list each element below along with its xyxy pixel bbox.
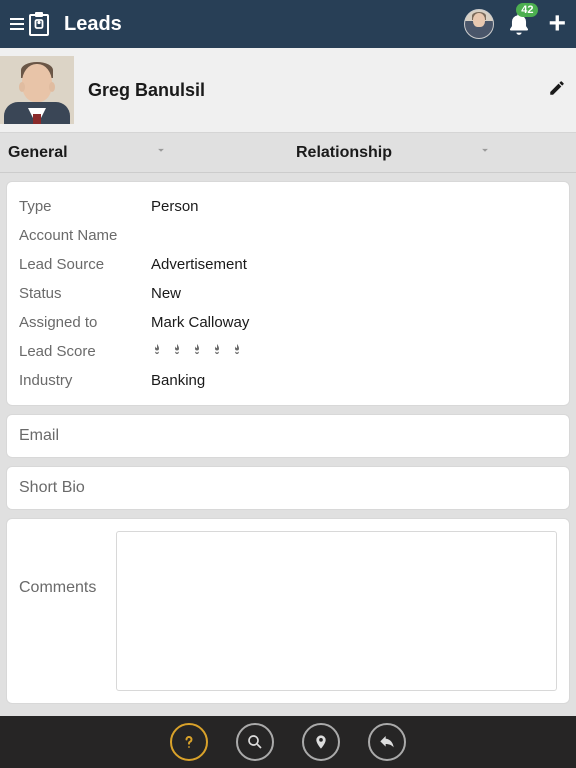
tab-relationship[interactable]: Relationship [288,143,576,162]
location-button[interactable] [302,723,340,761]
field-lead-score: Lead Score [19,337,557,366]
field-value[interactable]: Mark Calloway [151,314,249,331]
field-value[interactable]: Advertisement [151,256,247,273]
edit-button[interactable] [548,79,566,102]
field-industry: Industry Banking [19,366,557,395]
help-icon [179,732,199,752]
menu-button[interactable] [6,6,56,42]
section-label: Comments [19,579,96,597]
notifications-button[interactable]: 42 [506,11,532,37]
add-button[interactable]: + [544,9,570,39]
back-button[interactable] [368,723,406,761]
field-assigned-to: Assigned to Mark Calloway [19,308,557,337]
general-card: Type Person Account Name Lead Source Adv… [6,181,570,406]
section-label: Short Bio [19,479,85,496]
pin-icon [313,732,329,752]
search-button[interactable] [236,723,274,761]
help-button[interactable] [170,723,208,761]
tab-label: General [8,144,68,162]
flame-icon [171,341,183,362]
field-label: Status [19,285,151,302]
comments-input[interactable] [116,531,557,691]
field-label: Lead Score [19,343,151,360]
field-label: Industry [19,372,151,389]
topbar: Leads 42 + [0,0,576,48]
chevron-down-icon [154,143,168,162]
tablist: General Relationship [0,133,576,173]
lead-name: Greg Banulsil [88,80,548,101]
menu-icon [10,18,24,30]
field-type: Type Person [19,192,557,221]
section-label: Email [19,427,59,444]
user-avatar[interactable] [464,9,494,39]
flame-icon [211,341,223,362]
bottombar [0,716,576,768]
field-label: Assigned to [19,314,151,331]
field-value[interactable]: Banking [151,372,205,389]
flame-icon [191,341,203,362]
lead-header: Greg Banulsil [0,48,576,133]
tab-label: Relationship [296,144,392,162]
comments-section: Comments [6,518,570,704]
email-section[interactable]: Email [6,414,570,458]
chevron-down-icon [478,143,492,162]
content-area: Type Person Account Name Lead Source Adv… [0,173,576,704]
field-status: Status New [19,279,557,308]
clipboard-icon [26,10,52,38]
short-bio-section[interactable]: Short Bio [6,466,570,510]
field-label: Type [19,198,151,215]
lead-avatar[interactable] [0,56,74,124]
search-icon [246,733,264,751]
reply-icon [377,734,397,750]
field-lead-source: Lead Source Advertisement [19,250,557,279]
notification-badge: 42 [516,3,538,17]
flame-icon [151,341,163,362]
field-account-name: Account Name [19,221,557,250]
flame-icon [231,341,243,362]
page-title: Leads [64,13,464,36]
field-value[interactable]: Person [151,198,199,215]
pencil-icon [548,84,566,101]
lead-score-flames[interactable] [151,341,243,362]
tab-general[interactable]: General [0,143,288,162]
field-label: Account Name [19,227,151,244]
plus-icon: + [548,7,566,40]
field-label: Lead Source [19,256,151,273]
field-value[interactable]: New [151,285,181,302]
